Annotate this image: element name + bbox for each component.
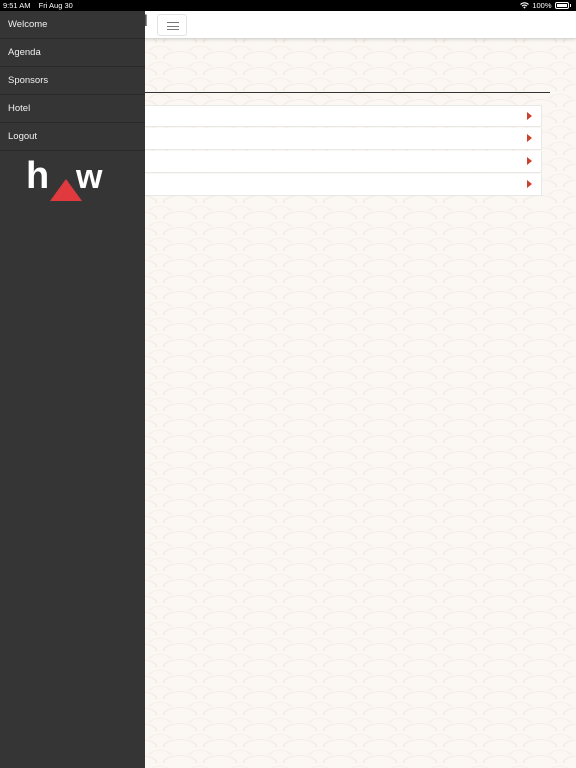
list-item[interactable] xyxy=(140,105,542,127)
content-list xyxy=(140,105,542,197)
status-left: 9:51 AM Fri Aug 30 xyxy=(3,0,79,11)
drawer-item-welcome[interactable]: Welcome xyxy=(0,11,145,39)
hamburger-icon-line xyxy=(167,25,179,27)
list-item[interactable] xyxy=(140,174,542,196)
drawer-item-agenda[interactable]: Agenda xyxy=(0,39,145,67)
caret-right-icon xyxy=(527,112,532,120)
drawer-item-logout[interactable]: Logout xyxy=(0,123,145,151)
brand-logo: h w xyxy=(26,157,103,201)
list-item[interactable] xyxy=(140,151,542,173)
menu-toggle-button[interactable] xyxy=(157,14,187,36)
status-right: 100% xyxy=(520,0,571,11)
drawer-item-hotel[interactable]: Hotel xyxy=(0,95,145,123)
status-bar: 9:51 AM Fri Aug 30 100% xyxy=(0,0,576,11)
battery-tip xyxy=(569,4,571,7)
caret-right-icon xyxy=(527,157,532,165)
caret-right-icon xyxy=(527,180,532,188)
wifi-icon xyxy=(520,2,530,9)
side-drawer: Welcome Agenda Sponsors Hotel Logout h w xyxy=(0,11,145,768)
battery-icon xyxy=(554,2,569,9)
battery-percent: 100% xyxy=(532,1,552,10)
logo-letter-h: h xyxy=(26,157,49,197)
list-item[interactable] xyxy=(140,128,542,150)
status-date: Fri Aug 30 xyxy=(38,1,73,10)
drawer-item-sponsors[interactable]: Sponsors xyxy=(0,67,145,95)
logo-letter-w: w xyxy=(75,158,103,196)
title-divider xyxy=(140,92,550,93)
hamburger-icon-line xyxy=(167,29,179,30)
hamburger-icon-line xyxy=(167,22,179,23)
caret-right-icon xyxy=(527,134,532,142)
status-time: 9:51 AM xyxy=(3,1,31,10)
